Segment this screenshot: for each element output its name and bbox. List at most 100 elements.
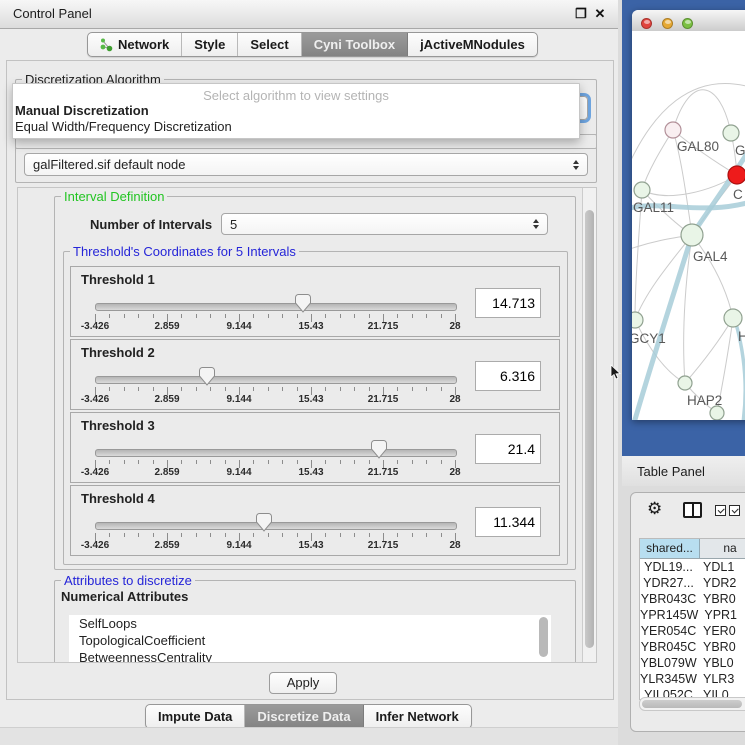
data-table[interactable]: shared... na YDL19...YDL1YDR27...YDR2YBR… [639, 538, 745, 700]
traffic-light-minimize-icon[interactable] [662, 18, 673, 29]
node-label: GAL4 [693, 249, 728, 264]
slider-track[interactable] [95, 303, 457, 311]
slider-handle[interactable] [295, 294, 311, 313]
cell-name[interactable]: YDL1 [697, 559, 745, 575]
network-node[interactable] [723, 125, 739, 141]
checkbox-icon[interactable] [715, 505, 726, 516]
cell-shared-name[interactable]: YBR045C [640, 639, 697, 655]
list-item[interactable]: SelfLoops [69, 615, 551, 632]
table-row[interactable]: YBR043CYBR0 [640, 591, 745, 607]
threshold-value-input[interactable] [475, 434, 541, 464]
scrollbar-thumb[interactable] [642, 700, 742, 708]
cell-name[interactable]: YDR2 [697, 575, 745, 591]
tab-infer-network[interactable]: Infer Network [364, 705, 471, 728]
header-cell-shared[interactable]: shared... [640, 539, 700, 558]
cell-shared-name[interactable]: YBR043C [640, 591, 697, 607]
slider-track[interactable] [95, 522, 457, 530]
slider-tick-labels: -3.4262.8599.14415.4321.71528 [95, 467, 455, 479]
cell-name[interactable]: YBR0 [697, 591, 745, 607]
network-node[interactable] [681, 224, 703, 246]
group-interval-definition: Interval Definition Number of Intervals … [54, 196, 576, 570]
network-node[interactable] [728, 166, 745, 184]
attributes-list[interactable]: SelfLoops TopologicalCoefficient Between… [69, 615, 551, 663]
number-of-intervals-combobox[interactable]: 5 [221, 213, 548, 235]
slider-handle[interactable] [371, 440, 387, 459]
node-label: H [738, 329, 745, 344]
threshold-block: Threshold 2 -3.4262.8599.14415.4321.7152… [70, 339, 560, 410]
tab-select[interactable]: Select [238, 33, 301, 56]
slider-handle[interactable] [199, 367, 215, 386]
table-panel-titlebar: Table Panel [622, 456, 745, 486]
cell-name[interactable]: YPR1 [698, 607, 745, 623]
tab-cyni-toolbox[interactable]: Cyni Toolbox [302, 33, 408, 56]
checkbox-icon[interactable] [729, 505, 740, 516]
table-row[interactable]: YLR345WYLR3 [640, 671, 745, 687]
group-interval-definition-label: Interval Definition [61, 189, 167, 204]
traffic-light-close-icon[interactable] [641, 18, 652, 29]
table-row[interactable]: YBL079WYBL0 [640, 655, 745, 671]
network-node[interactable] [710, 406, 724, 420]
close-button[interactable]: ✕ [592, 6, 608, 22]
network-node[interactable] [724, 309, 742, 327]
list-item[interactable]: BetweennessCentrality [69, 649, 551, 663]
threshold-value-input[interactable] [475, 361, 541, 391]
cell-shared-name[interactable]: YDR27... [640, 575, 697, 591]
threshold-value-input[interactable] [475, 288, 541, 318]
table-header: shared... na [640, 539, 745, 559]
cell-shared-name[interactable]: YER054C [640, 623, 697, 639]
cell-shared-name[interactable]: YPR145W [640, 607, 698, 623]
table-row[interactable]: YDL19...YDL1 [640, 559, 745, 575]
numerical-attributes-heading: Numerical Attributes [61, 589, 188, 604]
threshold-list: Threshold 1 -3.4262.8599.14415.4321.7152… [70, 266, 560, 558]
cell-shared-name[interactable]: YLR345W [640, 671, 697, 687]
tab-label: Network [118, 37, 169, 52]
header-cell-name[interactable]: na [700, 539, 745, 558]
table-row[interactable]: YDR27...YDR2 [640, 575, 745, 591]
popup-hint: Select algorithm to view settings [13, 88, 579, 103]
split-view-icon[interactable] [683, 502, 702, 518]
slider-handle[interactable] [256, 513, 272, 532]
tab-jactivemnodules[interactable]: jActiveMNodules [408, 33, 537, 56]
tab-style[interactable]: Style [182, 33, 238, 56]
threshold-value-input[interactable] [475, 507, 541, 537]
slider-track[interactable] [95, 376, 457, 384]
tab-network[interactable]: Network [88, 33, 182, 56]
cell-name[interactable]: YER0 [697, 623, 745, 639]
apply-button[interactable]: Apply [269, 672, 337, 694]
scrollbar-thumb[interactable] [585, 210, 594, 648]
vertical-scrollbar[interactable] [582, 188, 596, 662]
tab-label: Discretize Data [257, 709, 350, 724]
group-threshold-coordinates-label: Threshold's Coordinates for 5 Intervals [70, 244, 299, 259]
threshold-title: Threshold 3 [81, 418, 155, 433]
float-button[interactable]: ❐ [573, 6, 589, 22]
cell-name[interactable]: YBL0 [697, 655, 745, 671]
network-node[interactable] [678, 376, 692, 390]
slider-track[interactable] [95, 449, 457, 457]
table-row[interactable]: YBR045CYBR0 [640, 639, 745, 655]
node-label: GAL80 [677, 139, 719, 154]
tab-label: Style [194, 37, 225, 52]
float-icon: ❐ [575, 6, 587, 21]
network-node[interactable] [632, 312, 643, 328]
tab-discretize-data[interactable]: Discretize Data [245, 705, 363, 728]
network-node[interactable] [634, 182, 650, 198]
popup-option-equal-width[interactable]: Equal Width/Frequency Discretization [15, 119, 232, 134]
popup-option-manual[interactable]: Manual Discretization [15, 103, 149, 118]
list-item[interactable]: TopologicalCoefficient [69, 632, 551, 649]
traffic-light-zoom-icon[interactable] [682, 18, 693, 29]
table-row[interactable]: YPR145WYPR1 [640, 607, 745, 623]
node-label: C [733, 187, 743, 202]
list-scrollbar[interactable] [539, 617, 548, 657]
cell-name[interactable]: YBR0 [697, 639, 745, 655]
cell-name[interactable]: YLR3 [697, 671, 745, 687]
cell-shared-name[interactable]: YBL079W [640, 655, 697, 671]
cell-shared-name[interactable]: YDL19... [640, 559, 697, 575]
horizontal-scrollbar[interactable] [639, 697, 745, 711]
tab-impute-data[interactable]: Impute Data [146, 705, 245, 728]
network-canvas[interactable]: GAL80GACGAL11GAL4GCY1HHAP2 [632, 31, 745, 420]
table-row[interactable]: YER054CYER0 [640, 623, 745, 639]
table-data-combobox[interactable]: galFiltered.sif default node [24, 153, 588, 176]
network-titlebar[interactable] [632, 10, 745, 32]
gear-icon[interactable]: ⚙ [647, 499, 662, 519]
network-node[interactable] [665, 122, 681, 138]
